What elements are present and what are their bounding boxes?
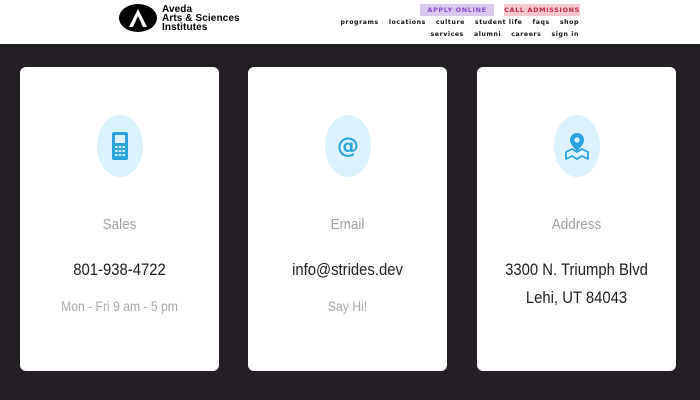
secondary-nav: services alumni careers sign in <box>431 31 579 38</box>
site-header: Aveda Arts & Sciences Institutes APPLY O… <box>0 0 700 44</box>
map-pin-icon <box>554 115 600 177</box>
contact-card-email: @ Email info@strides.dev Say Hi! <box>248 67 447 371</box>
primary-nav: programs locations culture student life … <box>341 19 579 26</box>
address-line-1: 3300 N. Triumph Blvd <box>505 261 648 279</box>
card-label: Address <box>551 216 602 233</box>
card-label: Sales <box>102 216 137 233</box>
logo-line: Institutes <box>162 21 208 33</box>
nav-link-student-life[interactable]: student life <box>475 19 523 26</box>
contact-card-sales: Sales 801-938-4722 Mon - Fri 9 am - 5 pm <box>20 67 219 371</box>
nav-link-culture[interactable]: culture <box>436 19 465 26</box>
call-admissions-button[interactable]: CALL ADMISSIONS <box>504 4 580 16</box>
logo-wordmark: Aveda Arts & Sciences Institutes <box>162 4 240 33</box>
contact-card-address: Address 3300 N. Triumph Blvd Lehi, UT 84… <box>477 67 676 371</box>
svg-text:@: @ <box>337 134 359 158</box>
nav-link-alumni[interactable]: alumni <box>474 31 501 38</box>
email-address[interactable]: info@strides.dev <box>258 256 437 284</box>
nav-link-sign-in[interactable]: sign in <box>551 31 579 38</box>
nav-link-faqs[interactable]: faqs <box>532 19 549 26</box>
nav-link-careers[interactable]: careers <box>511 31 541 38</box>
apply-online-button[interactable]: APPLY ONLINE <box>420 4 494 16</box>
phone-number[interactable]: 801-938-4722 <box>30 256 209 284</box>
nav-link-programs[interactable]: programs <box>341 19 379 26</box>
phone-icon <box>97 115 143 177</box>
at-sign-icon: @ <box>325 115 371 177</box>
nav-link-services[interactable]: services <box>431 31 464 38</box>
aveda-logo[interactable]: Aveda Arts & Sciences Institutes <box>119 4 240 32</box>
aveda-logo-mark <box>119 4 157 32</box>
email-greeting: Say Hi! <box>327 299 368 314</box>
office-hours: Mon - Fri 9 am - 5 pm <box>61 299 178 314</box>
card-label: Email <box>330 216 365 233</box>
nav-link-locations[interactable]: locations <box>389 19 426 26</box>
address-line-2: Lehi, UT 84043 <box>525 289 628 307</box>
street-address[interactable]: 3300 N. Triumph Blvd Lehi, UT 84043 <box>487 256 666 312</box>
nav-link-shop[interactable]: shop <box>560 19 579 26</box>
